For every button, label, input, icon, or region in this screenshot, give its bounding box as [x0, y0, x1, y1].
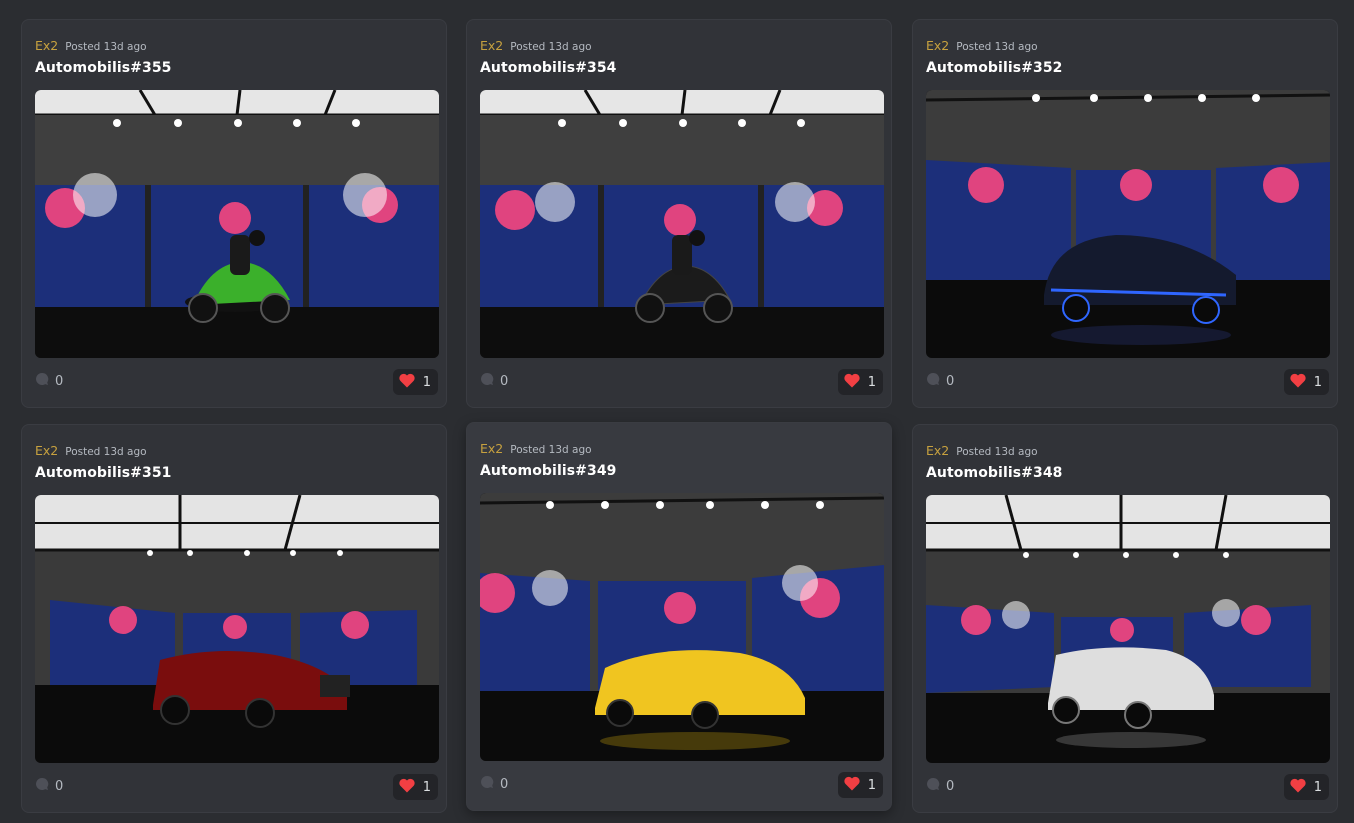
comment-count-value: 0: [946, 373, 955, 389]
comment-count-value: 0: [55, 373, 64, 389]
heart-icon: [399, 778, 415, 797]
post-timestamp: Posted 13d ago: [956, 41, 1038, 53]
post-meta: Ex2 Posted 13d ago: [926, 38, 1038, 53]
comment-count[interactable]: 0: [480, 775, 508, 793]
post-meta: Ex2 Posted 13d ago: [35, 38, 147, 53]
comment-count-value: 0: [500, 373, 509, 389]
post-timestamp: Posted 13d ago: [510, 444, 592, 456]
post-card[interactable]: Ex2 Posted 13d ago Automobilis#348 0 1: [912, 424, 1338, 813]
post-card[interactable]: Ex2 Posted 13d ago Automobilis#351 0 1: [21, 424, 447, 813]
post-card[interactable]: Ex2 Posted 13d ago Automobilis#355 0 1: [21, 19, 447, 408]
like-count: 1: [1313, 779, 1322, 795]
like-count: 1: [422, 779, 431, 795]
heart-icon: [844, 373, 860, 392]
comment-count[interactable]: 0: [35, 372, 63, 390]
post-thumbnail[interactable]: [35, 90, 439, 358]
heart-icon: [1290, 778, 1306, 797]
like-reaction-button[interactable]: 1: [837, 772, 883, 798]
post-timestamp: Posted 13d ago: [510, 41, 592, 53]
post-thumbnail[interactable]: [480, 493, 884, 761]
post-meta: Ex2 Posted 13d ago: [480, 38, 592, 53]
comment-bubble-icon: [35, 777, 49, 795]
like-count: 1: [422, 374, 431, 390]
post-author[interactable]: Ex2: [480, 441, 503, 456]
post-author[interactable]: Ex2: [35, 38, 58, 53]
post-thumbnail[interactable]: [35, 495, 439, 763]
post-card[interactable]: Ex2 Posted 13d ago Automobilis#352 0 1: [912, 19, 1338, 408]
post-meta: Ex2 Posted 13d ago: [926, 443, 1038, 458]
post-author[interactable]: Ex2: [35, 443, 58, 458]
comment-count-value: 0: [55, 778, 64, 794]
like-count: 1: [867, 777, 876, 793]
comment-bubble-icon: [926, 777, 940, 795]
heart-icon: [844, 776, 860, 795]
post-card[interactable]: Ex2 Posted 13d ago Automobilis#354 0 1: [466, 19, 892, 408]
post-title[interactable]: Automobilis#348: [926, 465, 1063, 481]
comment-count[interactable]: 0: [926, 372, 954, 390]
like-count: 1: [867, 374, 876, 390]
post-timestamp: Posted 13d ago: [65, 41, 147, 53]
post-card[interactable]: Ex2 Posted 13d ago Automobilis#349 0 1: [466, 422, 892, 811]
comment-count-value: 0: [946, 778, 955, 794]
post-meta: Ex2 Posted 13d ago: [480, 441, 592, 456]
post-timestamp: Posted 13d ago: [956, 446, 1038, 458]
post-thumbnail[interactable]: [480, 90, 884, 358]
comment-bubble-icon: [35, 372, 49, 390]
post-title[interactable]: Automobilis#355: [35, 60, 172, 76]
post-author[interactable]: Ex2: [480, 38, 503, 53]
post-title[interactable]: Automobilis#354: [480, 60, 617, 76]
comment-bubble-icon: [480, 775, 494, 793]
comment-bubble-icon: [480, 372, 494, 390]
comment-count[interactable]: 0: [480, 372, 508, 390]
post-timestamp: Posted 13d ago: [65, 446, 147, 458]
post-author[interactable]: Ex2: [926, 443, 949, 458]
like-reaction-button[interactable]: 1: [392, 774, 438, 800]
like-reaction-button[interactable]: 1: [1283, 369, 1329, 395]
comment-count[interactable]: 0: [926, 777, 954, 795]
heart-icon: [1290, 373, 1306, 392]
like-reaction-button[interactable]: 1: [837, 369, 883, 395]
heart-icon: [399, 373, 415, 392]
comment-count-value: 0: [500, 776, 509, 792]
like-reaction-button[interactable]: 1: [392, 369, 438, 395]
post-author[interactable]: Ex2: [926, 38, 949, 53]
comment-count[interactable]: 0: [35, 777, 63, 795]
post-title[interactable]: Automobilis#351: [35, 465, 172, 481]
like-reaction-button[interactable]: 1: [1283, 774, 1329, 800]
post-thumbnail[interactable]: [926, 90, 1330, 358]
post-thumbnail[interactable]: [926, 495, 1330, 763]
post-title[interactable]: Automobilis#352: [926, 60, 1063, 76]
post-title[interactable]: Automobilis#349: [480, 463, 617, 479]
like-count: 1: [1313, 374, 1322, 390]
comment-bubble-icon: [926, 372, 940, 390]
post-meta: Ex2 Posted 13d ago: [35, 443, 147, 458]
